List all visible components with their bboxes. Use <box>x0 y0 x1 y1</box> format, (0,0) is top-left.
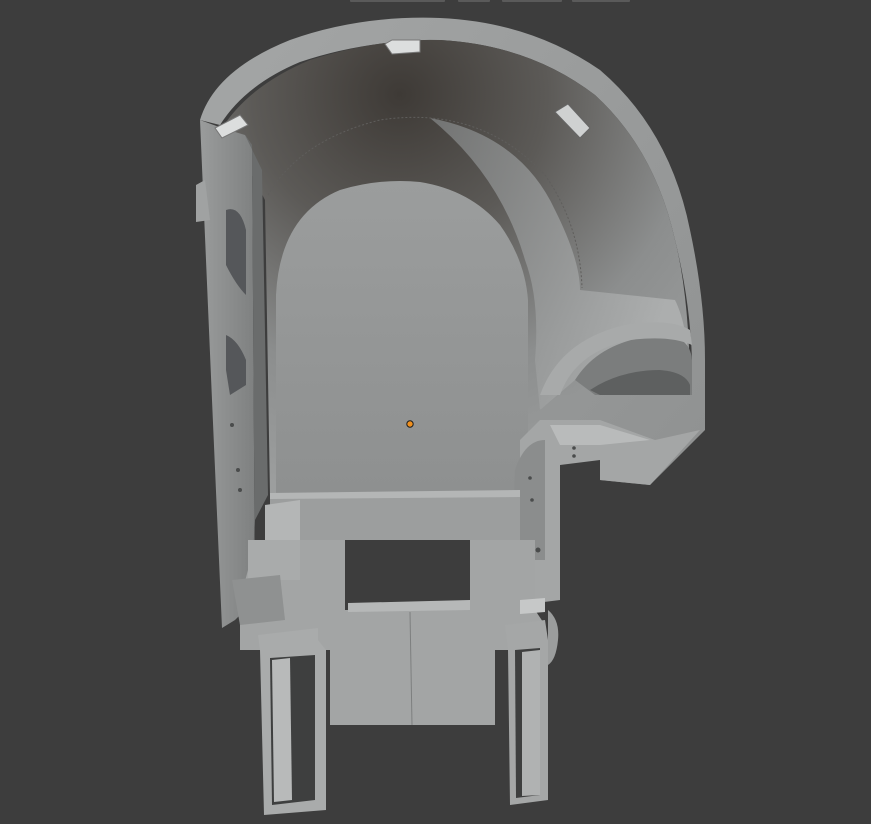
right-leg-bracket-inner <box>522 650 540 796</box>
frame-window <box>348 550 470 603</box>
left-wall-hole <box>236 468 240 472</box>
frame-post-left <box>265 500 300 540</box>
side-tab <box>520 598 545 614</box>
jaw-block <box>520 420 700 605</box>
jaw-hole <box>572 446 576 450</box>
left-wall-hole <box>238 488 242 492</box>
left-leg-bracket-inner <box>272 658 292 802</box>
jaw-hole <box>528 476 532 480</box>
clip-notch <box>384 39 421 55</box>
frame-post-left-side <box>248 540 300 580</box>
3d-viewport[interactable] <box>0 0 871 824</box>
3d-model-mesh[interactable] <box>0 0 871 824</box>
jaw-hole <box>535 547 541 553</box>
jaw-hole <box>572 454 576 458</box>
floor-plate <box>270 495 520 540</box>
side-knob <box>548 610 559 665</box>
object-origin-point[interactable] <box>406 420 414 428</box>
left-lower-arm <box>232 575 285 625</box>
left-wall-hole <box>230 423 234 427</box>
back-arch-panel <box>276 181 528 495</box>
jaw-hole <box>530 498 534 502</box>
